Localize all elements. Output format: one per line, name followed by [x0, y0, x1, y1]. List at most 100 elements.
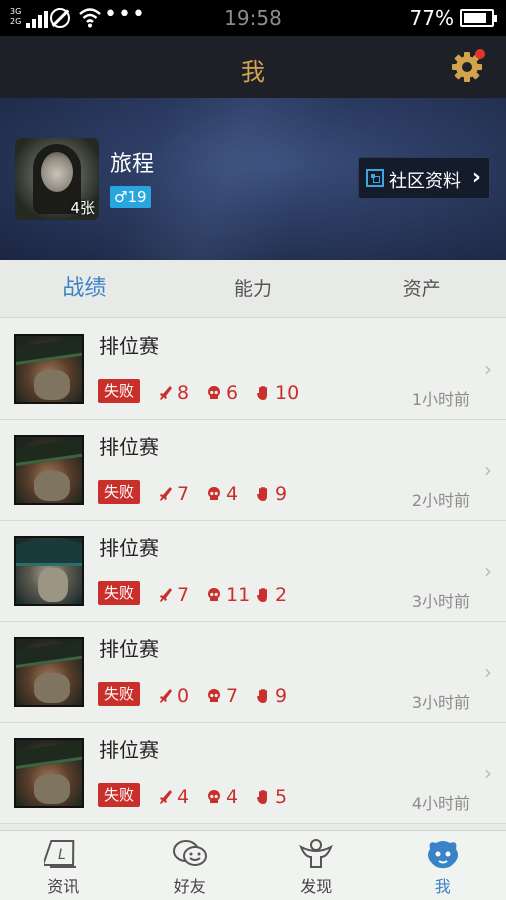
photo-count: 4张 [70, 199, 95, 217]
profile-banner: 4张 旅程 ♂19 社区资料 › [0, 98, 506, 260]
assists-stat: 2 [256, 584, 287, 606]
nav-news[interactable]: L 资讯 [0, 831, 127, 900]
tab-assets[interactable]: 资产 [337, 260, 506, 317]
chevron-right-icon: › [484, 660, 492, 684]
tab-record[interactable]: 战绩 [0, 260, 169, 317]
match-time: 3小时前 [411, 693, 470, 712]
assists-value: 2 [275, 584, 288, 606]
champion-portrait [14, 536, 84, 606]
chevron-right-icon: › [484, 357, 492, 381]
chevron-right-icon: › [484, 559, 492, 583]
assists-value: 9 [275, 483, 288, 505]
kills-stat: 4 [158, 786, 189, 808]
deaths-stat: 4 [207, 483, 238, 505]
champion-portrait [14, 435, 84, 505]
skull-icon [208, 588, 220, 601]
nav-friends-label: 好友 [173, 877, 206, 896]
match-result-badge: 失败 [98, 682, 141, 706]
profile-tabs: 战绩 能力 资产 [0, 260, 506, 318]
match-result-badge: 失败 [98, 379, 141, 403]
hand-icon [257, 689, 267, 703]
match-row[interactable]: 排位赛 失败 4 4 5 4小时前 › [0, 723, 506, 824]
page-title: 我 [241, 58, 265, 86]
hand-icon [257, 386, 267, 400]
friends-icon [172, 840, 207, 866]
kills-value: 7 [177, 483, 190, 505]
nav-discover[interactable]: 发现 [253, 831, 380, 900]
match-time: 2小时前 [411, 491, 470, 510]
settings-button[interactable] [450, 49, 485, 84]
match-row[interactable]: 排位赛 失败 8 6 10 1小时前 › [0, 319, 506, 420]
hand-icon [257, 790, 267, 804]
skull-icon [208, 790, 220, 803]
battery-icon [460, 9, 497, 27]
match-time: 3小时前 [411, 592, 470, 611]
deaths-value: 11 [226, 584, 251, 606]
tab-ability[interactable]: 能力 [169, 260, 338, 317]
match-result-badge: 失败 [98, 480, 141, 504]
match-mode: 排位赛 [99, 536, 159, 560]
notification-dot [475, 49, 485, 59]
battery-percent: 77% [409, 6, 454, 30]
kills-value: 4 [177, 786, 190, 808]
match-row[interactable]: 排位赛 失败 7 4 9 2小时前 › [0, 420, 506, 521]
hand-icon [257, 588, 267, 602]
sword-icon [160, 689, 172, 703]
match-mode: 排位赛 [99, 637, 159, 661]
chevron-right-icon: › [484, 458, 492, 482]
community-profile-button[interactable]: 社区资料 › [358, 157, 490, 199]
kills-value: 8 [177, 382, 190, 404]
avatar[interactable]: 4张 [15, 138, 99, 220]
match-time: 1小时前 [411, 390, 470, 409]
champion-portrait [14, 334, 84, 404]
kills-stat: 7 [158, 584, 189, 606]
nav-me[interactable]: 我 [380, 831, 506, 900]
match-list: 排位赛 失败 8 6 10 1小时前 › 排位赛 失败 7 4 9 2小时前 ›… [0, 319, 506, 824]
assists-stat: 5 [256, 786, 287, 808]
svg-text:L: L [58, 847, 66, 863]
assists-value: 9 [275, 685, 288, 707]
kills-stat: 0 [158, 685, 189, 707]
deaths-value: 6 [226, 382, 239, 404]
kills-value: 0 [177, 685, 190, 707]
kills-value: 7 [177, 584, 190, 606]
nav-discover-label: 发现 [300, 877, 333, 896]
deaths-stat: 11 [207, 584, 250, 606]
assists-value: 10 [275, 382, 300, 404]
news-icon: L [44, 840, 77, 868]
community-profile-label: 社区资料 [389, 171, 461, 192]
deaths-value: 4 [226, 786, 239, 808]
assists-stat: 10 [256, 382, 299, 404]
status-bar: 3G 2G ••• 19:58 77% [0, 0, 506, 36]
chevron-right-icon: › [471, 165, 481, 190]
match-row[interactable]: 排位赛 失败 0 7 9 3小时前 › [0, 622, 506, 723]
user-name: 旅程 [110, 152, 155, 177]
discover-icon [299, 839, 334, 868]
app-header: 我 [0, 36, 506, 98]
gender-level-badge: ♂19 [110, 186, 151, 208]
deaths-stat: 7 [207, 685, 238, 707]
skull-icon [208, 689, 220, 702]
sword-icon [160, 588, 172, 602]
sword-icon [160, 386, 172, 400]
kills-stat: 8 [158, 382, 189, 404]
champion-portrait [14, 637, 84, 707]
match-mode: 排位赛 [99, 435, 159, 459]
chevron-right-icon: › [484, 761, 492, 785]
match-mode: 排位赛 [99, 738, 159, 762]
match-row[interactable]: 排位赛 失败 7 11 2 3小时前 › [0, 521, 506, 622]
assists-value: 5 [275, 786, 288, 808]
nav-news-label: 资讯 [47, 877, 80, 896]
deaths-stat: 4 [207, 786, 238, 808]
nav-me-label: 我 [434, 877, 451, 896]
bottom-nav: L 资讯 好友 发现 我 [0, 830, 506, 900]
nav-friends[interactable]: 好友 [127, 831, 254, 900]
me-icon [427, 841, 458, 869]
match-result-badge: 失败 [98, 581, 141, 605]
assists-stat: 9 [256, 483, 287, 505]
match-time: 4小时前 [411, 794, 470, 813]
skull-icon [208, 386, 220, 399]
deaths-value: 4 [226, 483, 239, 505]
champion-portrait [14, 738, 84, 808]
match-result-badge: 失败 [98, 783, 141, 807]
